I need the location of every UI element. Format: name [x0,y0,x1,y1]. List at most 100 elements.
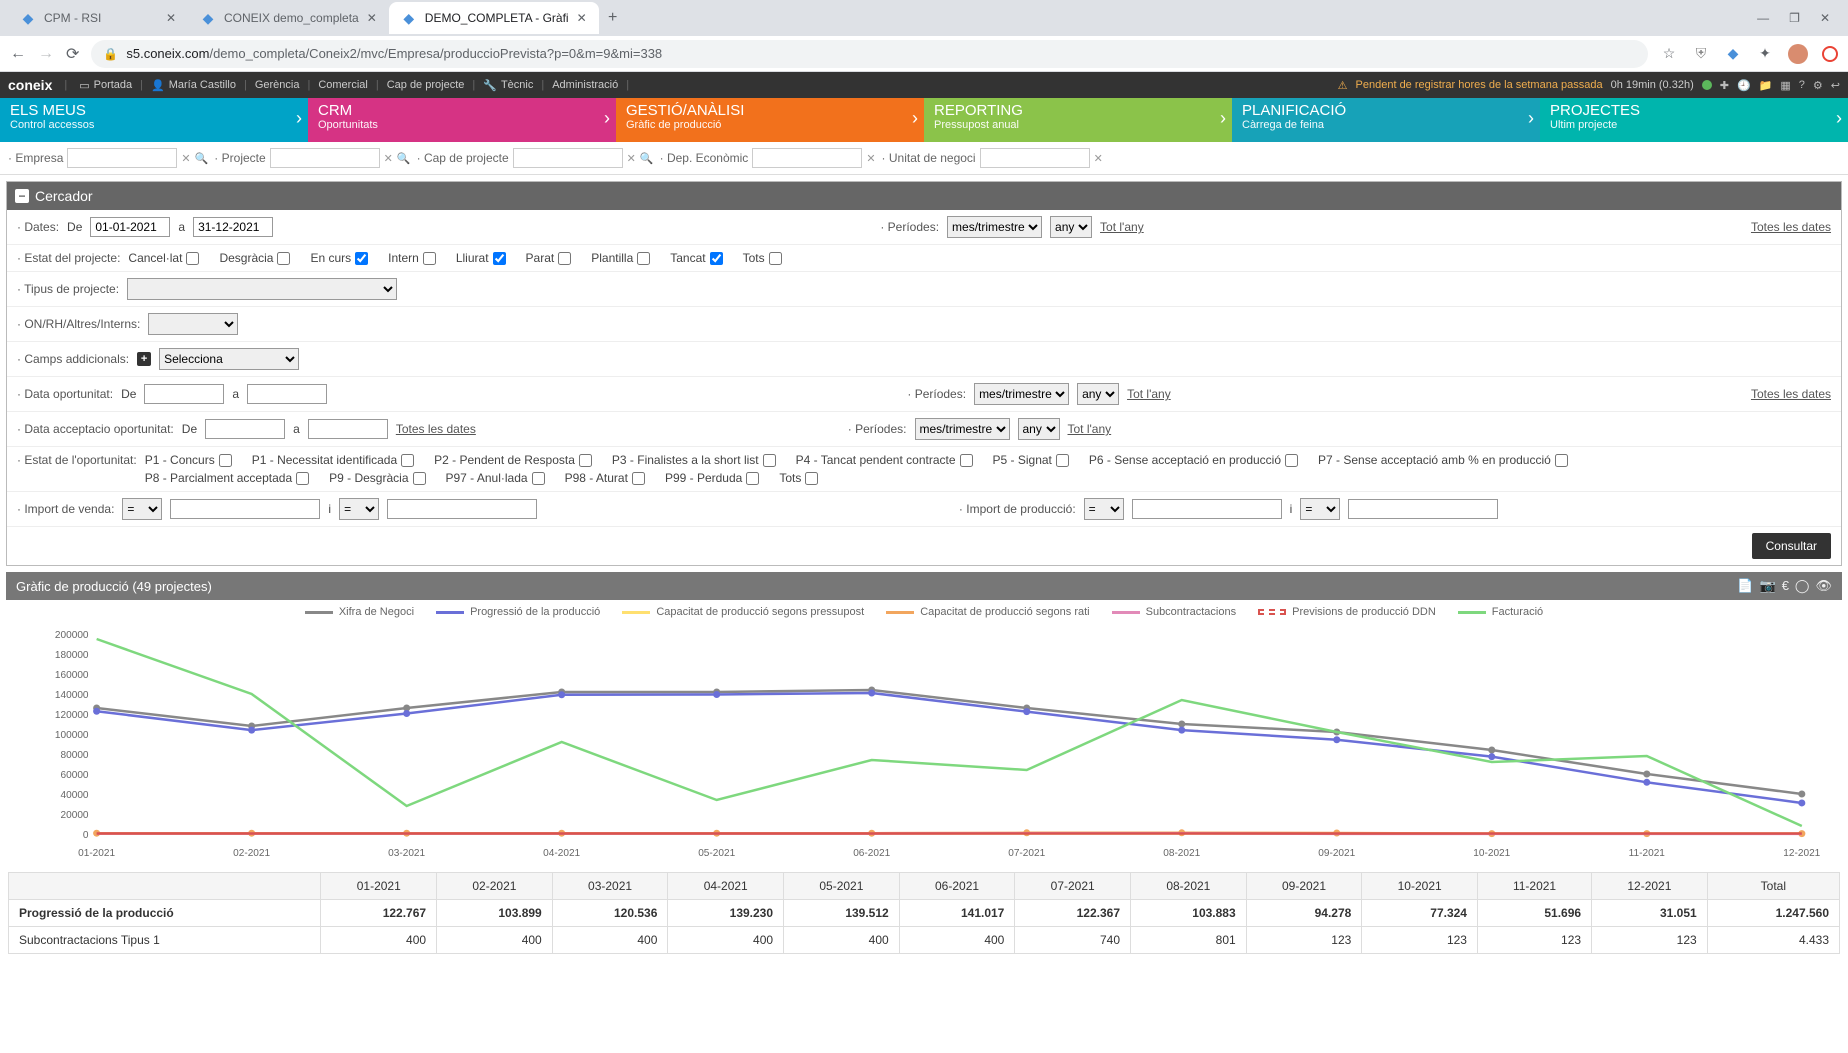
estat-op-checkbox[interactable]: P8 - Parcialment acceptada [145,471,309,485]
browser-tab[interactable]: ◆CONEIX demo_completa✕ [188,2,389,34]
legend-item[interactable]: Subcontractacions [1112,606,1237,618]
periode-select[interactable]: mes/trimestre [915,418,1010,440]
tab-close-icon[interactable]: ✕ [577,11,587,25]
tot-lany-link[interactable]: Tot l'any [1100,220,1144,234]
camera-icon[interactable]: 📷 [1760,578,1776,594]
cercador-header[interactable]: − Cercador [7,182,1841,210]
star-icon[interactable]: ☆ [1660,45,1678,63]
estat-op-checkbox[interactable]: P1 - Necessitat identificada [252,453,414,467]
nav-tab[interactable]: CRMOportunitats› [308,98,616,142]
folder-icon[interactable]: 📁 [1759,79,1773,92]
search-icon[interactable]: 🔍 [195,152,209,165]
forward-icon[interactable]: → [38,45,54,63]
extension-shield-icon[interactable]: ⛨ [1692,45,1710,63]
minimize-icon[interactable]: — [1757,11,1769,25]
topbar-menu-item[interactable]: Administració [546,79,624,92]
topbar-menu-item[interactable]: Gerència [249,79,306,92]
gear-icon[interactable]: ⚙ [1813,79,1823,92]
topbar-menu-item[interactable]: Cap de projecte [381,79,471,92]
export-pdf-icon[interactable]: 📄 [1737,578,1753,594]
consultar-button[interactable]: Consultar [1752,533,1831,559]
estat-op-checkbox[interactable]: P2 - Pendent de Resposta [434,453,592,467]
maximize-icon[interactable]: ❐ [1789,11,1800,25]
clear-icon[interactable]: ✕ [384,152,393,165]
cap-input[interactable] [513,148,623,168]
extensions-puzzle-icon[interactable]: ✦ [1756,45,1774,63]
periode-select[interactable]: any [1018,418,1060,440]
eye-icon[interactable]: 👁 [1815,578,1832,594]
tot-lany-link[interactable]: Tot l'any [1127,387,1171,401]
estat-op-checkbox[interactable]: P98 - Aturat [565,471,645,485]
dep-input[interactable] [752,148,862,168]
circle-icon[interactable]: ◯ [1795,578,1810,594]
data-acc-from[interactable] [205,419,285,439]
nav-tab[interactable]: GESTIÓ/ANÀLISIGràfic de producció› [616,98,924,142]
empresa-input[interactable] [67,148,177,168]
totes-dates-link[interactable]: Totes les dates [1751,387,1831,401]
close-window-icon[interactable]: ✕ [1820,11,1830,25]
estat-op-checkbox[interactable]: P3 - Finalistes a la short list [612,453,776,467]
legend-item[interactable]: Facturació [1458,606,1543,618]
profile-avatar[interactable] [1788,44,1808,64]
op-select[interactable]: = [339,498,379,520]
on-rh-select[interactable] [148,313,238,335]
reload-icon[interactable]: ⟳ [66,44,79,64]
estat-op-checkbox[interactable]: P9 - Desgràcia [329,471,425,485]
nav-tab[interactable]: REPORTINGPressupost anual› [924,98,1232,142]
estat-proj-checkbox[interactable]: En curs [310,251,368,265]
periode-select[interactable]: mes/trimestre [974,383,1069,405]
estat-op-checkbox[interactable]: P6 - Sense acceptació en producció [1089,453,1298,467]
status-dot-icon[interactable] [1702,80,1712,90]
estat-proj-checkbox[interactable]: Plantilla [591,251,650,265]
estat-op-checkbox[interactable]: Tots [779,471,818,485]
totes-dates-link[interactable]: Totes les dates [396,422,476,436]
legend-item[interactable]: Capacitat de producció segons rati [886,606,1089,618]
periode-select-1[interactable]: mes/trimestre [947,216,1042,238]
estat-proj-checkbox[interactable]: Tots [743,251,782,265]
totes-dates-link[interactable]: Totes les dates [1751,220,1831,234]
tot-lany-link[interactable]: Tot l'any [1068,422,1112,436]
op-select[interactable]: = [1300,498,1340,520]
estat-proj-checkbox[interactable]: Tancat [670,251,722,265]
back-icon[interactable]: ← [10,45,26,63]
estat-proj-checkbox[interactable]: Cancel·lat [128,251,199,265]
help-icon[interactable]: ? [1799,79,1805,91]
estat-op-checkbox[interactable]: P97 - Anul·lada [446,471,545,485]
data-op-from[interactable] [144,384,224,404]
estat-op-checkbox[interactable]: P1 - Concurs [145,453,232,467]
legend-item[interactable]: Capacitat de producció segons pressupost [622,606,864,618]
euro-icon[interactable]: € [1782,578,1789,594]
browser-tab[interactable]: ◆DEMO_COMPLETA - Gràfi✕ [389,2,599,34]
estat-op-checkbox[interactable]: P4 - Tancat pendent contracte [796,453,973,467]
extension-blue-icon[interactable]: ◆ [1724,45,1742,63]
nav-tab[interactable]: PROJECTESUltim projecte› [1540,98,1848,142]
clear-icon[interactable]: ✕ [181,152,190,165]
brand-logo[interactable]: coneix [8,77,52,93]
legend-item[interactable]: Progressió de la producció [436,606,600,618]
new-tab-button[interactable]: + [599,9,627,27]
periode-select[interactable]: any [1077,383,1119,405]
date-from-input[interactable] [90,217,170,237]
topbar-menu-item[interactable]: ▭Portada [73,79,138,92]
collapse-icon[interactable]: − [15,189,29,203]
nav-tab[interactable]: ELS MEUSControl accessos› [0,98,308,142]
add-field-icon[interactable]: + [137,352,151,366]
nav-tab[interactable]: PLANIFICACIÓCàrrega de feina› [1232,98,1540,142]
clear-icon[interactable]: ✕ [1094,152,1103,165]
topbar-menu-item[interactable]: Comercial [312,79,374,92]
periode-select-2[interactable]: any [1050,216,1092,238]
grid-icon[interactable]: ▦ [1780,79,1790,92]
op-select[interactable]: = [122,498,162,520]
estat-proj-checkbox[interactable]: Lliurat [456,251,506,265]
camps-select[interactable]: Selecciona [159,348,299,370]
import-venda-2[interactable] [387,499,537,519]
legend-item[interactable]: Xifra de Negoci [305,606,414,618]
data-op-to[interactable] [247,384,327,404]
data-acc-to[interactable] [308,419,388,439]
tab-close-icon[interactable]: ✕ [166,11,176,25]
estat-proj-checkbox[interactable]: Parat [526,251,572,265]
unitat-input[interactable] [980,148,1090,168]
browser-tab[interactable]: ◆CPM - RSI✕ [8,2,188,34]
topbar-menu-item[interactable]: 👤María Castillo [145,79,242,92]
search-icon[interactable]: 🔍 [640,152,654,165]
